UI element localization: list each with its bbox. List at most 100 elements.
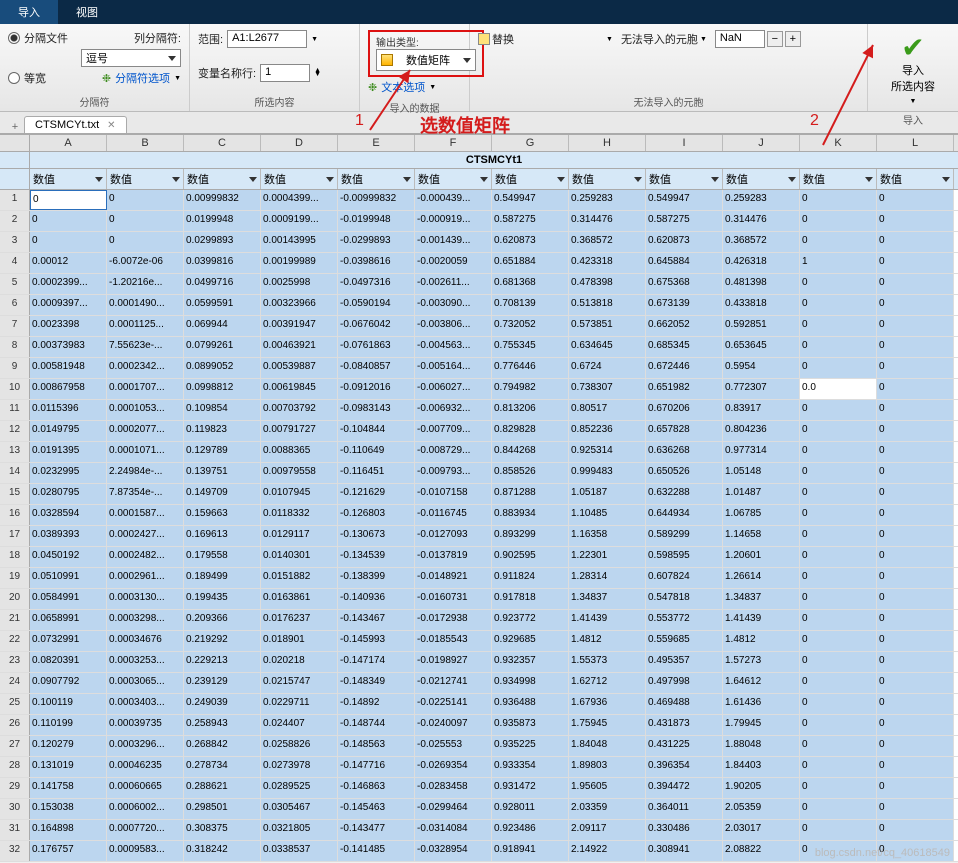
cell[interactable]: -0.007709... — [415, 421, 492, 441]
cell[interactable]: 0.426318 — [723, 253, 800, 273]
cell[interactable]: 0.164898 — [30, 820, 107, 840]
cell[interactable]: 0.925314 — [569, 442, 646, 462]
cell[interactable]: 0.0176237 — [261, 610, 338, 630]
row-number[interactable]: 15 — [0, 484, 30, 504]
cell[interactable]: 0.330486 — [646, 820, 723, 840]
cell[interactable]: -0.145993 — [338, 631, 415, 651]
cell[interactable]: 0 — [800, 337, 877, 357]
cell[interactable]: 1.01487 — [723, 484, 800, 504]
cell[interactable]: -0.138399 — [338, 568, 415, 588]
cell[interactable]: -0.143467 — [338, 610, 415, 630]
cell[interactable]: -0.0590194 — [338, 295, 415, 315]
cell[interactable]: -0.0840857 — [338, 358, 415, 378]
cell[interactable]: 0.80517 — [569, 400, 646, 420]
cell[interactable]: 0.396354 — [646, 757, 723, 777]
row-number[interactable]: 21 — [0, 610, 30, 630]
cell[interactable]: 0.153038 — [30, 799, 107, 819]
type-selector[interactable]: 数值 — [646, 169, 723, 189]
cell[interactable]: 0.0280795 — [30, 484, 107, 504]
type-selector[interactable]: 数值 — [261, 169, 338, 189]
cell[interactable]: 0.883934 — [492, 505, 569, 525]
cell[interactable]: 0.645884 — [646, 253, 723, 273]
cell[interactable]: 0 — [877, 673, 954, 693]
cell[interactable]: 0 — [800, 778, 877, 798]
cell[interactable]: 0.314476 — [723, 211, 800, 231]
cell[interactable]: 0.0001490... — [107, 295, 184, 315]
cell[interactable]: 0.020218 — [261, 652, 338, 672]
cell[interactable]: 0.00791727 — [261, 421, 338, 441]
cell[interactable]: 0.620873 — [646, 232, 723, 252]
cell[interactable]: 0 — [877, 379, 954, 399]
cell[interactable]: 0.549947 — [646, 190, 723, 210]
cell[interactable]: 0.776446 — [492, 358, 569, 378]
cell[interactable]: 0 — [877, 274, 954, 294]
cell[interactable]: 0.368572 — [569, 232, 646, 252]
cell[interactable]: 0.0003253... — [107, 652, 184, 672]
cell[interactable]: 0.732052 — [492, 316, 569, 336]
cell[interactable]: 0.229213 — [184, 652, 261, 672]
plus-button[interactable]: + — [785, 31, 801, 47]
column-header[interactable]: I — [646, 135, 723, 151]
cell[interactable]: -6.0072e-06 — [107, 253, 184, 273]
cell[interactable]: -0.14892 — [338, 694, 415, 714]
cell[interactable]: 0 — [800, 484, 877, 504]
cell[interactable]: 0 — [800, 631, 877, 651]
cell[interactable]: 0 — [800, 463, 877, 483]
cell[interactable]: 0.0399816 — [184, 253, 261, 273]
cell[interactable]: -0.143477 — [338, 820, 415, 840]
cell[interactable]: 0.024407 — [261, 715, 338, 735]
cell[interactable]: -0.147174 — [338, 652, 415, 672]
cell[interactable]: 0.559685 — [646, 631, 723, 651]
cell[interactable]: 0.131019 — [30, 757, 107, 777]
cell[interactable]: 0 — [877, 631, 954, 651]
cell[interactable]: 0 — [800, 799, 877, 819]
cell[interactable]: 0 — [800, 652, 877, 672]
cell[interactable]: 1.79945 — [723, 715, 800, 735]
cell[interactable]: 0.00867958 — [30, 379, 107, 399]
cell[interactable]: 0.977314 — [723, 442, 800, 462]
cell[interactable]: 0.0001071... — [107, 442, 184, 462]
row-number[interactable]: 29 — [0, 778, 30, 798]
cell[interactable]: 0.672446 — [646, 358, 723, 378]
cell[interactable]: -0.148349 — [338, 673, 415, 693]
type-selector[interactable]: 数值 — [415, 169, 492, 189]
cell[interactable]: 0 — [877, 526, 954, 546]
cell[interactable]: 0 — [877, 484, 954, 504]
cell[interactable]: 0.00060665 — [107, 778, 184, 798]
cell[interactable]: 0.120279 — [30, 736, 107, 756]
cell[interactable]: 0.0129117 — [261, 526, 338, 546]
cell[interactable]: 1.95605 — [569, 778, 646, 798]
row-number[interactable]: 18 — [0, 547, 30, 567]
tab-view[interactable]: 视图 — [58, 0, 116, 24]
cell[interactable]: 0.0149795 — [30, 421, 107, 441]
row-number[interactable]: 2 — [0, 211, 30, 231]
cell[interactable]: 7.55623e-... — [107, 337, 184, 357]
cell[interactable]: 0.933354 — [492, 757, 569, 777]
cell[interactable]: -0.005164... — [415, 358, 492, 378]
cell[interactable]: 0.592851 — [723, 316, 800, 336]
cell[interactable]: 0.607824 — [646, 568, 723, 588]
cell[interactable]: 0.308941 — [646, 841, 723, 861]
cell[interactable]: 0 — [877, 211, 954, 231]
cell[interactable]: 1.34837 — [569, 589, 646, 609]
type-selector[interactable]: 数值 — [338, 169, 415, 189]
cell[interactable]: 0.0002399... — [30, 274, 107, 294]
row-number[interactable]: 30 — [0, 799, 30, 819]
cell[interactable]: 0.0584991 — [30, 589, 107, 609]
row-number[interactable]: 16 — [0, 505, 30, 525]
cell[interactable]: 0.0899052 — [184, 358, 261, 378]
cell[interactable]: 0.662052 — [646, 316, 723, 336]
cell[interactable]: 0.0107945 — [261, 484, 338, 504]
cell[interactable]: 0.0799261 — [184, 337, 261, 357]
add-tab-button[interactable]: + — [6, 121, 24, 133]
cell[interactable]: 0 — [800, 421, 877, 441]
cell[interactable]: 0.00581948 — [30, 358, 107, 378]
cell[interactable]: 0.314476 — [569, 211, 646, 231]
cell[interactable]: 0.119823 — [184, 421, 261, 441]
cell[interactable]: 0 — [800, 820, 877, 840]
row-number[interactable]: 32 — [0, 841, 30, 861]
cell[interactable]: 0.368572 — [723, 232, 800, 252]
cell[interactable]: 0.923772 — [492, 610, 569, 630]
cell[interactable]: 0 — [877, 442, 954, 462]
cell[interactable]: 0.0001125... — [107, 316, 184, 336]
